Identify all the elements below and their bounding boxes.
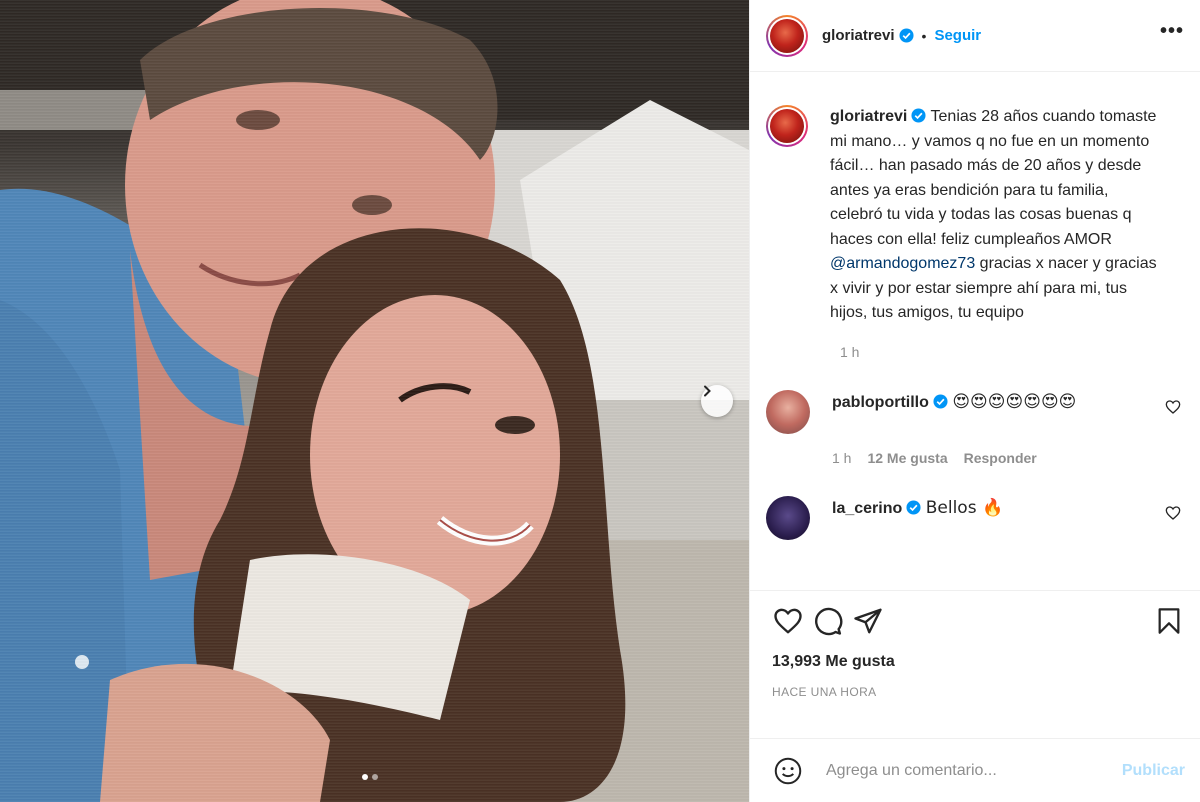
author-avatar[interactable] — [766, 14, 808, 57]
reply-button[interactable]: Responder — [964, 450, 1037, 466]
comment-like-icon[interactable] — [1165, 505, 1181, 521]
comment-icon[interactable] — [812, 605, 844, 637]
smiley-icon[interactable] — [772, 755, 804, 787]
action-bar — [750, 591, 1200, 651]
photo-illustration — [0, 0, 749, 802]
bookmark-icon[interactable] — [1153, 605, 1185, 637]
comment-likes-count[interactable]: 12 Me gusta — [867, 450, 947, 466]
caption-mention-link[interactable]: @armandogomez73 — [830, 255, 975, 272]
more-options-icon[interactable]: ••• — [1160, 20, 1184, 51]
carousel-dot — [372, 774, 378, 780]
publish-button[interactable]: Publicar — [1122, 762, 1185, 780]
carousel-dot-active — [362, 774, 368, 780]
post-sidebar: gloriatrevi • Seguir ••• gloriatrevi Ten… — [749, 0, 1200, 802]
verified-badge-icon — [899, 28, 914, 43]
comment-item: la_cerino Bellos 🔥 — [766, 495, 1185, 540]
caption-timestamp[interactable]: 1 h — [840, 344, 1185, 360]
commenter-avatar[interactable] — [766, 495, 810, 540]
comment-body: 😍😍😍😍😍😍😍 — [952, 391, 1077, 412]
comment-body: Bellos 🔥 — [925, 497, 1004, 518]
post-timestamp[interactable]: HACE UNA HORA — [750, 685, 1200, 699]
follow-button[interactable]: Seguir — [934, 27, 981, 44]
commenter-username[interactable]: la_cerino — [832, 500, 902, 517]
caption-text: gloriatrevi Tenias 28 años cuando tomast… — [830, 105, 1165, 326]
caption-author-avatar[interactable] — [766, 105, 808, 147]
comment-text: pabloportillo 😍😍😍😍😍😍😍 — [832, 390, 1132, 434]
post-caption: gloriatrevi Tenias 28 años cuando tomast… — [766, 105, 1185, 326]
add-comment-bar: Publicar — [750, 738, 1200, 802]
comment-input[interactable] — [826, 761, 1122, 780]
verified-badge-icon — [911, 108, 926, 123]
likes-count[interactable]: 13,993 Me gusta — [750, 653, 1200, 671]
commenter-username[interactable]: pabloportillo — [832, 394, 929, 411]
author-username[interactable]: gloriatrevi — [822, 27, 895, 44]
header-separator: • — [921, 27, 927, 44]
carousel-indicator — [362, 774, 378, 780]
verified-badge-icon — [933, 393, 948, 409]
post-actions: 13,993 Me gusta HACE UNA HORA — [750, 590, 1200, 699]
commenter-avatar[interactable] — [766, 389, 810, 434]
comments-section: gloriatrevi Tenias 28 años cuando tomast… — [750, 73, 1200, 587]
comment-meta: 1 h 12 Me gusta Responder — [832, 450, 1185, 466]
carousel-next-button[interactable] — [701, 385, 733, 417]
caption-body-start: Tenias 28 años cuando tomaste mi mano… y… — [830, 108, 1157, 248]
share-icon[interactable] — [852, 605, 884, 637]
comment-text: la_cerino Bellos 🔥 — [832, 496, 1132, 540]
comment-timestamp[interactable]: 1 h — [832, 450, 851, 466]
caption-username[interactable]: gloriatrevi — [830, 108, 907, 125]
verified-badge-icon — [906, 499, 921, 515]
comment-like-icon[interactable] — [1165, 399, 1181, 415]
post-photo[interactable] — [0, 0, 749, 802]
post-header: gloriatrevi • Seguir ••• — [750, 0, 1200, 72]
comment-item: pabloportillo 😍😍😍😍😍😍😍 — [766, 389, 1185, 434]
heart-icon[interactable] — [772, 605, 804, 637]
